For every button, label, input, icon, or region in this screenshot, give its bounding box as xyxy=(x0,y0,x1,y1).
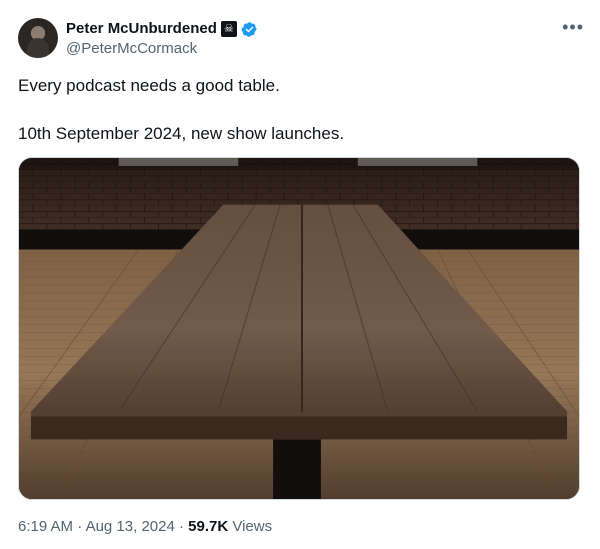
author-display-name[interactable]: Peter McUnburdened xyxy=(66,20,217,38)
tweet-date[interactable]: Aug 13, 2024 xyxy=(86,518,175,535)
author-handle[interactable]: @PeterMcCormack xyxy=(66,40,197,58)
tweet-line: 10th September 2024, new show launches. xyxy=(18,124,345,143)
tweet-header: Peter McUnburdened ☠ @PeterMcCormack ••• xyxy=(18,18,584,62)
more-options-icon[interactable]: ••• xyxy=(562,18,584,36)
verified-badge-icon[interactable] xyxy=(241,21,258,38)
tweet-line: Every podcast needs a good table. xyxy=(18,76,280,95)
meta-separator: · xyxy=(77,518,83,535)
tweet-image[interactable] xyxy=(18,157,580,500)
views-label: Views xyxy=(232,518,273,535)
tweet-meta: 6:19 AM · Aug 13, 2024 · 59.7K Views xyxy=(18,517,272,537)
pirate-flag-icon: ☠ xyxy=(220,21,237,37)
views-count: 59.7K xyxy=(188,518,229,535)
author-name-row: Peter McUnburdened ☠ xyxy=(66,20,258,38)
meta-separator: · xyxy=(178,518,184,535)
avatar[interactable] xyxy=(18,18,58,58)
table-photo xyxy=(19,158,579,499)
tweet-text: Every podcast needs a good table. 10th S… xyxy=(18,74,578,146)
tweet-time[interactable]: 6:19 AM xyxy=(18,518,73,535)
